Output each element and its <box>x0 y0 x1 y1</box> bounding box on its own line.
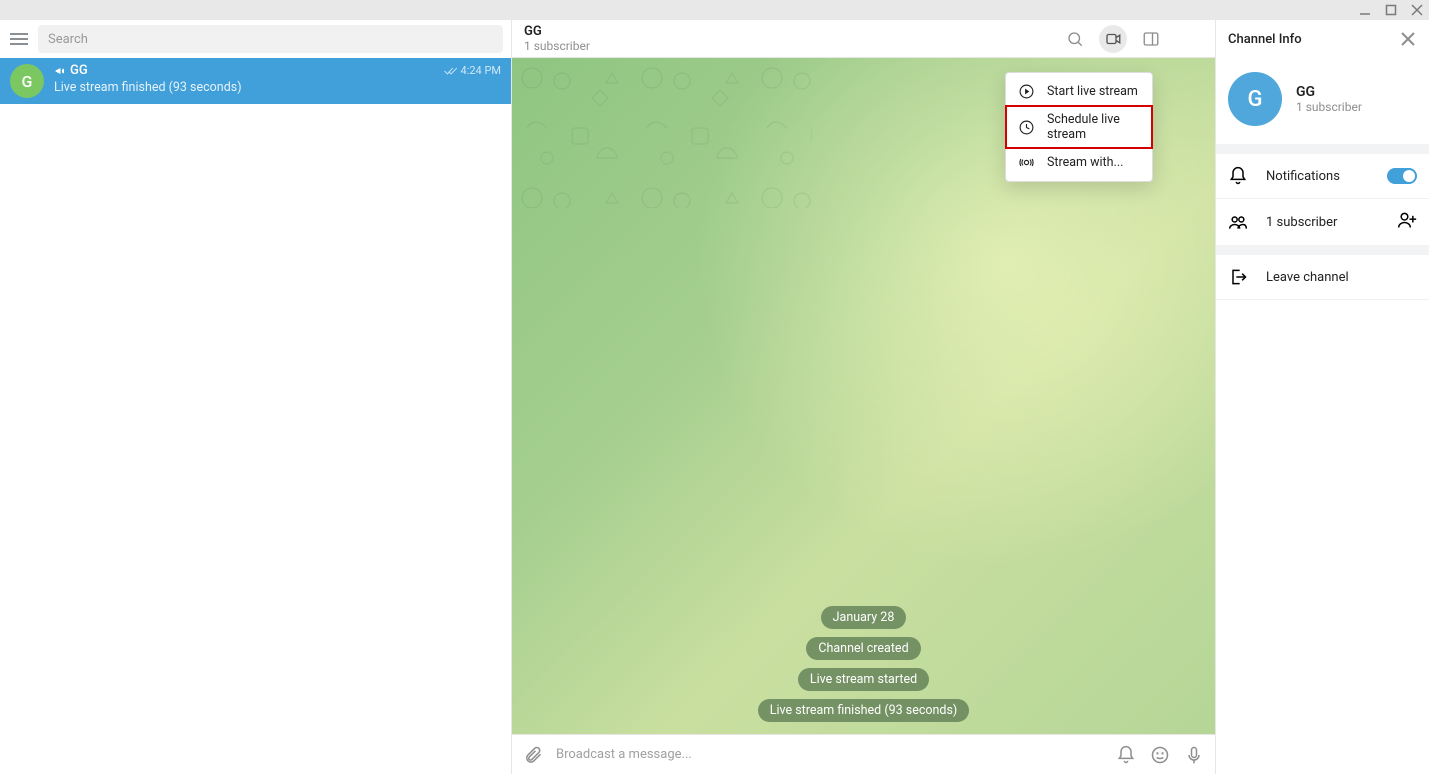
emoji-button[interactable] <box>1149 744 1171 766</box>
menu-button[interactable] <box>8 28 30 50</box>
chat-list-item[interactable]: G GG Live stream finished (93 seconds) 4… <box>0 58 511 104</box>
window-minimize-button[interactable] <box>1359 4 1371 16</box>
search-field-wrap[interactable] <box>38 25 503 53</box>
dropdown-item-start-stream[interactable]: Start live stream <box>1006 77 1152 106</box>
chat-preview: Live stream finished (93 seconds) <box>54 80 501 95</box>
leave-icon <box>1228 267 1248 287</box>
add-subscriber-button[interactable] <box>1397 211 1417 233</box>
chat-name: GG <box>70 64 88 78</box>
window-titlebar <box>0 0 1429 20</box>
dropdown-item-label: Stream with... <box>1047 155 1123 170</box>
leave-channel-row[interactable]: Leave channel <box>1216 255 1429 300</box>
chat-time: 4:24 PM <box>461 64 501 77</box>
live-stream-dropdown: Start live stream Schedule live stream S… <box>1005 72 1153 182</box>
channel-avatar[interactable]: G <box>1228 72 1282 126</box>
notifications-label: Notifications <box>1266 169 1369 184</box>
composer <box>512 734 1215 774</box>
date-pill: January 28 <box>821 606 907 629</box>
info-panel-close-button[interactable] <box>1399 30 1417 48</box>
dropdown-item-label: Start live stream <box>1047 84 1138 99</box>
chat-header: GG 1 subscriber <box>512 20 1215 58</box>
voice-button[interactable] <box>1183 744 1205 766</box>
service-message: Live stream started <box>798 668 929 691</box>
dropdown-item-schedule-stream[interactable]: Schedule live stream <box>1006 106 1152 148</box>
side-panel-toggle-button[interactable] <box>1137 25 1165 53</box>
dropdown-item-stream-with[interactable]: Stream with... <box>1006 148 1152 177</box>
read-checks-icon <box>444 66 458 76</box>
more-options-button[interactable] <box>1175 25 1203 53</box>
megaphone-icon <box>54 65 66 77</box>
info-panel: Channel Info G GG 1 subscriber Notificat… <box>1215 20 1429 774</box>
dropdown-item-label: Schedule live stream <box>1047 112 1140 142</box>
subscribers-row[interactable]: 1 subscriber <box>1216 199 1429 255</box>
subscribers-label: 1 subscriber <box>1266 215 1379 230</box>
people-icon <box>1228 212 1248 232</box>
channel-subtitle: 1 subscriber <box>1296 100 1362 114</box>
channel-profile: G GG 1 subscriber <box>1216 58 1429 154</box>
leave-channel-label: Leave channel <box>1266 270 1417 285</box>
window-close-button[interactable] <box>1411 4 1423 16</box>
channel-name: GG <box>1296 84 1362 100</box>
chat-subtitle: 1 subscriber <box>524 39 1061 53</box>
chat-avatar: G <box>10 64 44 98</box>
notifications-row[interactable]: Notifications <box>1216 154 1429 199</box>
service-message: Channel created <box>806 637 920 660</box>
info-panel-title: Channel Info <box>1228 32 1302 47</box>
chat-header-titles[interactable]: GG 1 subscriber <box>524 25 1061 53</box>
chat-title: GG <box>524 25 1061 39</box>
service-message: Live stream finished (93 seconds) <box>758 699 970 722</box>
attach-button[interactable] <box>522 744 544 766</box>
live-stream-button[interactable] <box>1099 25 1127 53</box>
bell-icon <box>1228 166 1248 186</box>
search-input[interactable] <box>48 32 493 47</box>
message-input[interactable] <box>556 747 1103 762</box>
notifications-toggle[interactable] <box>1387 168 1417 184</box>
chat-pattern <box>512 58 812 208</box>
chat-panel: GG 1 subscriber <box>512 20 1215 774</box>
sidebar: G GG Live stream finished (93 seconds) 4… <box>0 20 512 774</box>
search-in-chat-button[interactable] <box>1061 25 1089 53</box>
notification-button[interactable] <box>1115 744 1137 766</box>
window-maximize-button[interactable] <box>1385 4 1397 16</box>
